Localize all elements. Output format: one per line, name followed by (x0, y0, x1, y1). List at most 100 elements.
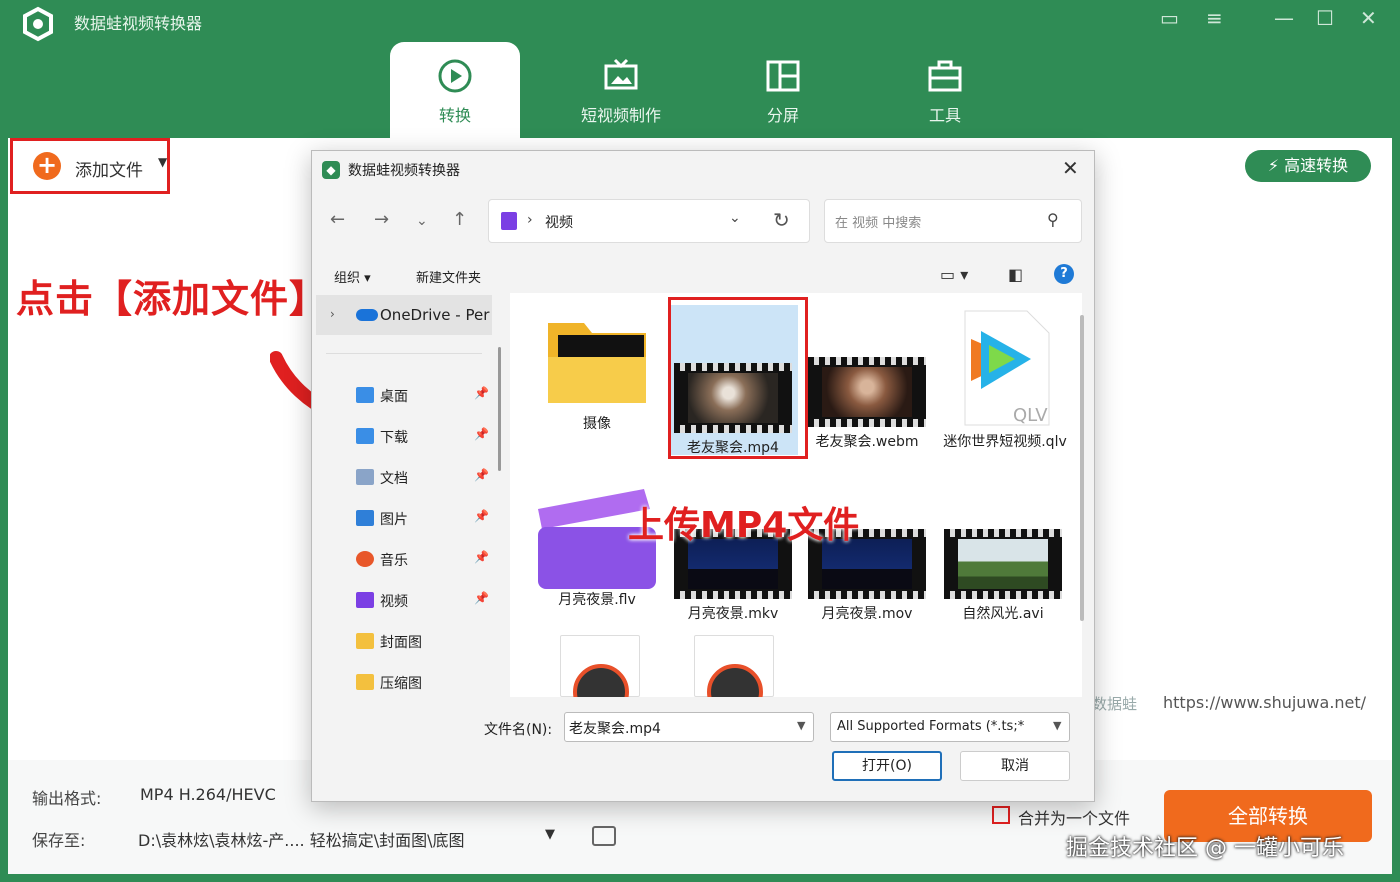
sidebar-item-label: OneDrive - Per (380, 306, 490, 324)
sidebar-item-compressed[interactable]: 压缩图 (356, 672, 492, 696)
music-icon (356, 551, 374, 567)
pin-icon: 📌 (474, 509, 489, 523)
sidebar-item-label: 音乐 (380, 553, 408, 569)
tencent-video-icon: QLV (964, 310, 1050, 426)
file-item[interactable]: 老友聚会.webm (802, 357, 932, 451)
sidebar-item-label: 桌面 (380, 389, 408, 405)
tv-icon (604, 58, 638, 90)
sidebar-item-label: 图片 (380, 512, 408, 528)
open-button[interactable]: 打开(O) (832, 751, 942, 781)
site-url[interactable]: https://www.shujuwa.net/ (1163, 693, 1366, 712)
video-file-icon[interactable] (560, 635, 640, 697)
sidebar-item-onedrive[interactable]: › OneDrive - Per (316, 295, 492, 335)
cloud-icon (356, 309, 378, 321)
close-icon[interactable]: ✕ (1062, 156, 1079, 180)
tab-tools[interactable]: 工具 (880, 42, 1010, 138)
file-item[interactable]: QLV 迷你世界短视频.qlv (940, 309, 1070, 451)
sidebar-item-label: 文档 (380, 471, 408, 487)
sidebar-item-label: 视频 (380, 594, 408, 610)
navigation-pane: › OneDrive - Per 桌面 📌 下载 📌 文档 📌 图片 📌 音乐 📌 视频 📌… (316, 293, 498, 697)
folder-icon (548, 323, 646, 403)
merge-label: 合并为一个文件 (1018, 809, 1131, 828)
organize-button[interactable]: 组织 ▾ (334, 267, 371, 286)
sidebar-item-label: 下载 (380, 430, 408, 446)
split-screen-icon (766, 60, 800, 92)
chevron-down-icon[interactable]: ▼ (1053, 719, 1061, 732)
folder-icon (356, 674, 374, 690)
tab-short-video[interactable]: 短视频制作 (556, 42, 686, 138)
file-grid-scrollbar[interactable] (1080, 315, 1084, 621)
file-type-select[interactable]: All Supported Formats (*.ts;* ▼ (830, 712, 1070, 742)
svg-text:QLV: QLV (1013, 405, 1048, 426)
forward-icon[interactable]: → (374, 209, 389, 230)
file-name-value: 老友聚会.mp4 (569, 721, 661, 737)
videos-icon (501, 212, 517, 230)
file-name: 迷你世界短视频.qlv (943, 434, 1067, 450)
address-bar[interactable]: › 视频 ⌄ ↻ (488, 199, 810, 243)
address-path: 视频 (545, 215, 573, 231)
file-type-value: All Supported Formats (*.ts;* (837, 719, 1025, 734)
file-item-folder-camera[interactable]: 摄像 (532, 313, 662, 433)
view-options-icon[interactable]: ▭ ▾ (940, 265, 968, 284)
folder-icon (356, 633, 374, 649)
maximize-icon[interactable]: ☐ (1316, 6, 1334, 30)
sidebar-item-cover[interactable]: 封面图 (356, 631, 492, 655)
cancel-button[interactable]: 取消 (960, 751, 1070, 781)
annotation-click-add: 点击【添加文件】 (16, 277, 329, 321)
file-name-label: 文件名(N): (484, 722, 553, 738)
menu-icon[interactable]: ≡ (1206, 6, 1223, 30)
chevron-down-icon[interactable]: ▼ (797, 719, 805, 732)
tab-convert[interactable]: 转换 (390, 42, 520, 138)
sidebar-item-pictures[interactable]: 图片 📌 (356, 508, 492, 532)
selection-highlight (668, 297, 808, 459)
search-input[interactable]: 在 视频 中搜索 ⚲ (824, 199, 1082, 243)
back-icon[interactable]: ← (330, 209, 345, 230)
up-icon[interactable]: ↑ (452, 209, 467, 230)
help-icon[interactable]: ? (1054, 264, 1074, 284)
tab-label: 短视频制作 (580, 106, 661, 125)
merge-checkbox[interactable] (992, 806, 1010, 824)
fast-convert-button[interactable]: ⚡ 高速转换 (1245, 150, 1371, 182)
output-format-select[interactable]: MP4 H.264/HEVC (140, 785, 276, 804)
chevron-down-icon[interactable]: ▼ (545, 827, 555, 842)
chevron-down-icon[interactable]: ⌄ (729, 210, 741, 226)
add-file-label: 添加文件 (75, 161, 143, 181)
sidebar-item-music[interactable]: 音乐 📌 (356, 549, 492, 573)
sidebar-item-desktop[interactable]: 桌面 📌 (356, 385, 492, 409)
tab-label: 工具 (928, 106, 961, 125)
close-icon[interactable]: ✕ (1360, 6, 1377, 30)
document-icon (356, 469, 374, 485)
pin-icon: 📌 (474, 386, 489, 400)
save-to-path[interactable]: D:\袁林炫\袁林炫-产.... 轻松搞定\封面图\底图 (138, 827, 464, 851)
chevron-down-icon[interactable]: ▼ (158, 155, 167, 169)
open-folder-icon[interactable] (592, 826, 616, 846)
file-item[interactable]: 自然风光.avi (938, 529, 1068, 623)
refresh-icon[interactable]: ↻ (773, 208, 790, 232)
file-name-input[interactable]: 老友聚会.mp4 ▼ (564, 712, 814, 742)
tab-label: 分屏 (766, 106, 799, 125)
video-file-icon[interactable] (694, 635, 774, 697)
app-logo-icon (20, 6, 56, 42)
sidebar-item-downloads[interactable]: 下载 📌 (356, 426, 492, 450)
minimize-icon[interactable]: — (1274, 6, 1294, 30)
annotation-upload-mp4: 上传MP4文件 (628, 505, 860, 546)
preview-pane-icon[interactable]: ◧ (1008, 265, 1023, 284)
dialog-app-icon: ◆ (322, 161, 340, 179)
tab-label: 转换 (438, 106, 471, 125)
tab-split-screen[interactable]: 分屏 (718, 42, 848, 138)
chevron-down-icon[interactable]: ⌄ (416, 213, 428, 229)
pin-icon: 📌 (474, 427, 489, 441)
file-open-dialog: ◆ 数据蛙视频转换器 ✕ ← → ⌄ ↑ › 视频 ⌄ ↻ 在 视频 中搜索 ⚲… (311, 150, 1095, 802)
sidebar-item-documents[interactable]: 文档 📌 (356, 467, 492, 491)
pin-icon: 📌 (474, 591, 489, 605)
divider (326, 353, 482, 354)
new-folder-button[interactable]: 新建文件夹 (416, 267, 481, 286)
add-file-button[interactable]: + 添加文件 ▼ (10, 138, 170, 194)
sidebar-item-videos[interactable]: 视频 📌 (356, 590, 492, 614)
chevron-right-icon[interactable]: › (330, 307, 335, 321)
site-label: 数据蛙 (1092, 695, 1138, 713)
sidebar-scrollbar[interactable] (498, 347, 501, 471)
convert-icon (438, 59, 472, 93)
file-name: 摄像 (583, 416, 611, 432)
feedback-icon[interactable]: ▭ (1160, 6, 1179, 30)
